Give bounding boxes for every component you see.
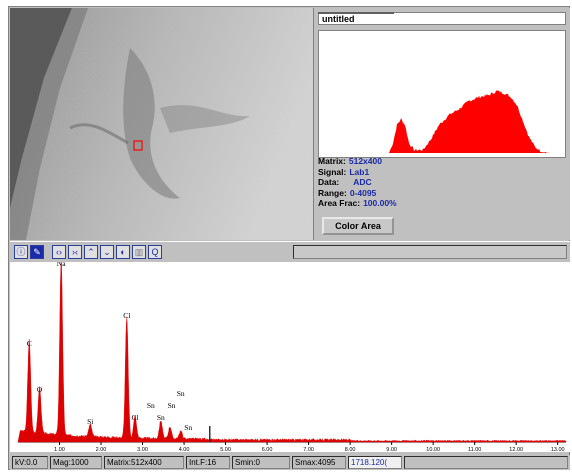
info-matrix: Matrix: 512x400 [318,156,382,166]
x-tick-label: 13.00 [551,447,565,452]
peak-label: C [27,339,32,348]
peak-label: O [37,385,43,394]
x-tick-label: 12.00 [509,447,523,452]
peak-label: Cl [123,311,130,320]
status-smin: Smin:0 [232,456,290,469]
x-tick-label: 9.00 [386,447,397,452]
peak-label: Sn [184,423,192,432]
scale-down-icon[interactable]: ⌄ [100,245,114,259]
peak-label: Sn [168,401,176,410]
x-tick-label: 2.00 [96,447,107,452]
spectrum-icon[interactable]: ▥ [132,245,146,259]
spectrum-toolbar: ⓘ ✎ ‹› ›‹ ⌃ ⌄ ◐ ▥ Q [10,241,570,262]
x-tick-label: 11.00 [468,447,481,452]
status-mag: Mag:1000 [50,456,102,469]
sem-image-canvas [10,8,313,240]
info-data: Data: ADC [318,177,372,188]
expand-icon[interactable]: ‹› [52,245,66,259]
zoom-icon[interactable]: Q [148,245,162,259]
x-tick-label: 1.00 [54,447,65,452]
status-matrix: Matrix:512x400 [104,456,184,469]
status-empty [404,456,568,469]
status-smax: Smax:4095 [292,456,346,469]
sem-image[interactable] [10,8,315,240]
histogram-panel: untitled Matrix: 512x400 Signal: Lab1 Data… [314,8,570,240]
x-tick-label: 4.00 [179,447,190,452]
marker-icon[interactable]: ◐ [116,245,130,259]
x-tick-label: 5.00 [220,447,231,452]
peak-label: Sn [147,401,155,410]
x-tick-label: 8.00 [345,447,356,452]
info-icon[interactable]: ⓘ [14,245,28,259]
histogram-plot [319,90,565,153]
collapse-icon[interactable]: ›‹ [68,245,82,259]
status-bar: kV:0.0 Mag:1000 Matrix:512x400 Int.F:16 … [10,455,570,470]
peak-label: Si [87,417,93,426]
info-area-frac: Area Frac: 100.00% [318,198,397,209]
color-picker-icon[interactable]: ✎ [30,245,44,259]
x-tick-label: 3.00 [137,447,148,452]
peak-label: Na [57,262,66,268]
color-area-button[interactable]: Color Area [322,217,394,235]
x-tick-label: 7.00 [303,447,314,452]
eds-spectrum[interactable]: 1.00 2.00 3.00 4.00 5.00 6.00 7.00 8.00 9.00 10.0… [10,258,570,453]
status-kv: kV:0.0 [12,456,48,469]
info-range: Range: 0-4095 [318,187,377,198]
status-coords: 1718.120( [348,456,402,469]
peak-label: Sn [177,389,185,398]
toolbar-status-field [293,245,567,259]
peak-label: Cl [132,413,139,422]
x-tick-label: 6.00 [262,447,273,452]
info-signal: Signal: Lab1 [318,166,370,177]
status-intf: Int.F:16 [186,456,230,469]
scale-up-icon[interactable]: ⌃ [84,245,98,259]
histogram-fill [319,90,565,153]
title-underline [318,12,394,14]
x-tick-label: 10.00 [426,447,440,452]
spectrum-plot: 1.00 2.00 3.00 4.00 5.00 6.00 7.00 8.00 9.00 10.0… [17,258,567,453]
spectrum-trace [17,258,567,443]
histogram[interactable] [318,30,566,158]
image-info: Matrix: 512x400 Signal: Lab1 Data: ADC Rang… [318,156,397,209]
peak-label: Sn [157,413,165,422]
